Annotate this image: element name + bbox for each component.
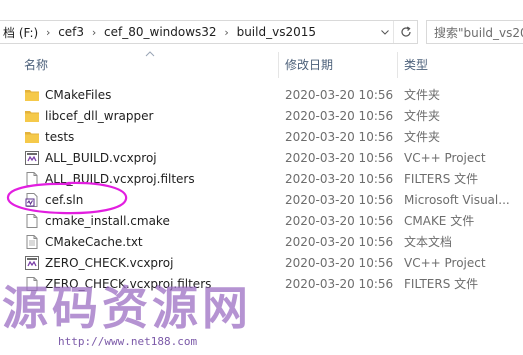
vcxproj-file-icon	[25, 256, 39, 270]
column-divider[interactable]	[278, 52, 279, 78]
file-modified: 2020-03-20 10:56	[285, 235, 394, 249]
folder-icon	[25, 111, 39, 122]
search-input[interactable]: 搜索"build_vs2015"	[426, 20, 523, 44]
file-explorer-window: 档 (F:) › cef3 › cef_80_windows32 › build…	[0, 0, 523, 355]
file-row[interactable]: libcef_dll_wrapper 2020-03-20 10:56 文件夹	[0, 106, 523, 127]
file-modified: 2020-03-20 10:56	[285, 172, 394, 186]
file-name: ALL_BUILD.vcxproj	[45, 151, 157, 165]
breadcrumb-item-cef3[interactable]: cef3 ›	[55, 21, 101, 43]
folder-icon	[25, 132, 39, 143]
chevron-right-icon[interactable]: ›	[41, 26, 55, 39]
column-header-type[interactable]: 类型	[404, 52, 428, 76]
refresh-icon[interactable]	[393, 21, 417, 43]
breadcrumb-item-drive[interactable]: 档 (F:) ›	[0, 21, 55, 43]
file-type: VC++ Project	[404, 151, 486, 165]
file-type: 文件夹	[404, 88, 441, 102]
file-row[interactable]: ZERO_CHECK.vcxproj 2020-03-20 10:56 VC++…	[0, 253, 523, 274]
watermark-title: 源码资源网	[2, 281, 252, 335]
file-row[interactable]: ALL_BUILD.vcxproj 2020-03-20 10:56 VC++ …	[0, 148, 523, 169]
file-modified: 2020-03-20 10:56	[285, 88, 394, 102]
file-type: CMAKE 文件	[404, 214, 475, 228]
breadcrumb-label[interactable]: build_vs2015	[234, 25, 319, 39]
file-row[interactable]: CMakeCache.txt 2020-03-20 10:56 文本文档	[0, 232, 523, 253]
watermark: 源码资源网 http://www.net188.com	[0, 280, 523, 355]
annotation-ellipse	[6, 181, 128, 215]
breadcrumb-item-cef-80-windows32[interactable]: cef_80_windows32 ›	[101, 21, 234, 43]
vcxproj-file-icon	[25, 151, 39, 165]
file-type: 文件夹	[404, 130, 441, 144]
file-modified: 2020-03-20 10:56	[285, 130, 394, 144]
file-type: 文件夹	[404, 109, 441, 123]
chevron-right-icon[interactable]: ›	[220, 26, 234, 39]
address-bar[interactable]: 档 (F:) › cef3 › cef_80_windows32 › build…	[0, 20, 418, 44]
file-row[interactable]: CMakeFiles 2020-03-20 10:56 文件夹	[0, 85, 523, 106]
folder-icon	[25, 90, 39, 101]
breadcrumb-label[interactable]: cef3	[55, 25, 87, 39]
file-name: libcef_dll_wrapper	[45, 109, 154, 123]
file-type: VC++ Project	[404, 256, 486, 270]
column-header-modified-label: 修改日期	[285, 57, 334, 72]
file-modified: 2020-03-20 10:56	[285, 109, 394, 123]
column-header-name[interactable]: 名称	[24, 52, 48, 76]
file-type: 文本文档	[404, 235, 453, 249]
watermark-url: http://www.net188.com	[58, 335, 198, 348]
breadcrumb-label[interactable]: cef_80_windows32	[101, 25, 220, 39]
file-name: tests	[45, 130, 75, 144]
file-name: ZERO_CHECK.vcxproj	[45, 256, 174, 270]
file-type: Microsoft Visual...	[404, 193, 510, 207]
column-header-type-label: 类型	[404, 57, 429, 72]
file-row[interactable]: tests 2020-03-20 10:56 文件夹	[0, 127, 523, 148]
breadcrumb-label[interactable]: 档 (F:)	[0, 24, 41, 41]
sort-ascending-icon	[145, 51, 155, 57]
file-type: FILTERS 文件	[404, 172, 479, 186]
breadcrumb-item-build-vs2015[interactable]: build_vs2015	[234, 21, 319, 43]
text-file-icon	[26, 235, 38, 249]
file-name: CMakeCache.txt	[45, 235, 143, 249]
file-modified: 2020-03-20 10:56	[285, 151, 394, 165]
column-header-name-label: 名称	[24, 57, 49, 72]
chevron-down-icon[interactable]	[377, 21, 393, 43]
file-modified: 2020-03-20 10:56	[285, 214, 394, 228]
search-placeholder: 搜索"build_vs2015"	[434, 25, 523, 40]
file-modified: 2020-03-20 10:56	[285, 256, 394, 270]
file-modified: 2020-03-20 10:56	[285, 193, 394, 207]
column-divider[interactable]	[397, 52, 398, 78]
column-header-modified[interactable]: 修改日期	[285, 52, 333, 76]
chevron-right-icon[interactable]: ›	[87, 26, 101, 39]
file-name: CMakeFiles	[45, 88, 112, 102]
